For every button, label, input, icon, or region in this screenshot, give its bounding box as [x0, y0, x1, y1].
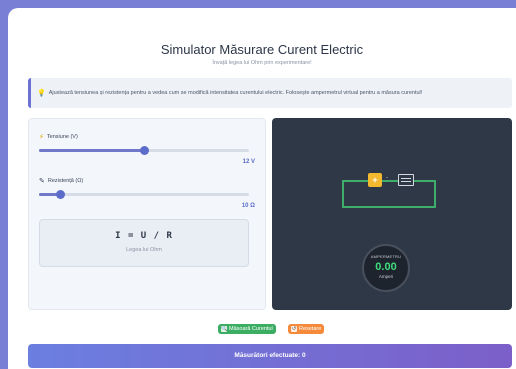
ammeter-unit: Amperi	[378, 274, 394, 279]
battery-icon: +	[368, 173, 382, 187]
voltage-value: 12 V	[242, 159, 255, 165]
voltage-slider-handle[interactable]	[139, 146, 149, 155]
measurements-counter: Măsurători efectuate: 0	[28, 344, 512, 368]
voltage-label-text: Tensiune (V)	[46, 134, 78, 140]
resistance-slider[interactable]	[39, 190, 249, 199]
lightning-icon: ⚡	[39, 134, 44, 141]
magnifier-icon: 🔍	[221, 326, 228, 332]
app-card: Simulator Măsurare Curent Electric Învaț…	[8, 8, 516, 369]
controls-panel: ⚡ Tensiune (V) 12 V ✎ Rezistență (Ω) 10 …	[28, 118, 266, 310]
resistor-icon: ✎	[39, 178, 45, 185]
resistance-label-text: Rezistență (Ω)	[47, 178, 84, 184]
ammeter-label: AMPERMETRU	[370, 254, 402, 259]
reset-icon: ↺	[291, 326, 297, 332]
ohm-law-formula: I = U / R	[115, 231, 173, 241]
wire-right	[434, 180, 436, 208]
wire-bottom	[342, 206, 436, 208]
voltage-slider[interactable]	[39, 146, 249, 155]
reset-button-label: Resetare	[299, 326, 322, 332]
ammeter-value: 0.00	[375, 261, 397, 273]
voltage-label: ⚡ Tensiune (V)	[39, 133, 78, 141]
lightbulb-icon: 💡	[37, 90, 46, 97]
resistance-value: 10 Ω	[241, 203, 255, 209]
wire-left	[342, 180, 344, 208]
info-text: Ajustează tensiunea și rezistența pentru…	[48, 90, 423, 96]
circuit-simulation: + - AMPERMETRU 0.00 Amperi	[272, 118, 512, 310]
reset-button[interactable]: ↺ Resetare	[288, 324, 325, 334]
ohm-law-box: I = U / R Legea lui Ohm	[39, 219, 249, 267]
info-banner: 💡 Ajustează tensiunea și rezistența pent…	[28, 78, 512, 108]
wire-top	[342, 180, 436, 182]
ammeter-display: AMPERMETRU 0.00 Amperi	[362, 244, 410, 292]
ohm-law-caption: Legea lui Ohm	[126, 247, 162, 253]
page-subtitle: Învață legea lui Ohm prin experimentare!	[212, 60, 312, 66]
page-title: Simulator Măsurare Curent Electric	[160, 42, 364, 57]
resistance-slider-handle[interactable]	[55, 190, 65, 199]
resistance-label: ✎ Rezistență (Ω)	[39, 177, 83, 185]
measure-current-button[interactable]: 🔍 Măsoară Curentul	[218, 324, 276, 334]
resistor-component	[398, 174, 414, 186]
battery-minus: -	[386, 175, 388, 181]
measure-button-label: Măsoară Curentul	[229, 326, 273, 332]
voltage-slider-fill	[39, 149, 144, 152]
